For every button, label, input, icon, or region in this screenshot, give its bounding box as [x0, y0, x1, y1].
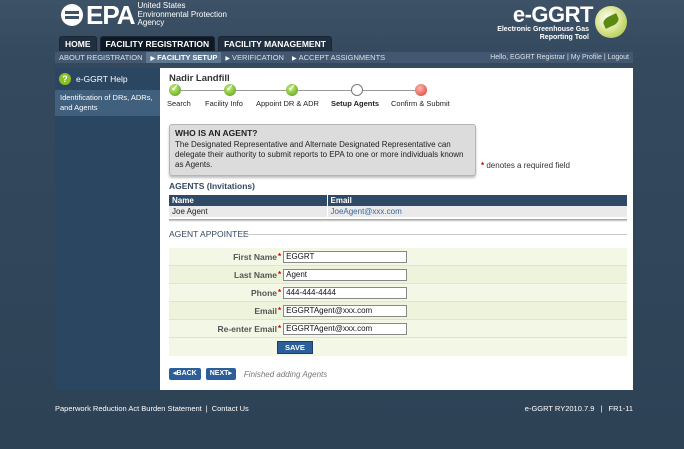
- nav-facility-setup[interactable]: ▶ FACILITY SETUP: [146, 52, 222, 63]
- phone-field[interactable]: [283, 286, 408, 299]
- table-row[interactable]: Joe Agent JoeAgent@xxx.com: [169, 206, 627, 217]
- user-greeting: Hello, EGGRT Registrar: [490, 54, 566, 61]
- email-field[interactable]: [283, 304, 408, 317]
- step-done-check-icon: [224, 83, 236, 96]
- nav-accept-assignments[interactable]: ▶ ACCEPT ASSIGNMENTS: [288, 53, 389, 62]
- step-label: Setup Agents: [331, 99, 380, 108]
- table-divider: [169, 219, 627, 222]
- epa-logo[interactable]: EPA United States Environmental Protecti…: [61, 0, 227, 30]
- tab-home[interactable]: HOME: [59, 36, 97, 51]
- required-star: *: [278, 324, 282, 333]
- tab-facility-registration[interactable]: FACILITY REGISTRATION: [99, 36, 216, 51]
- my-profile-link[interactable]: My Profile: [571, 54, 602, 61]
- step-label: Confirm & Submit: [391, 99, 450, 108]
- arrow-right-icon: ▶: [291, 56, 297, 62]
- phone-label: Phone: [251, 287, 277, 298]
- subtitle-line: Electronic Greenhouse Gas: [497, 26, 589, 33]
- info-box-title: WHO IS AN AGENT?: [175, 128, 258, 138]
- next-button[interactable]: NEXT▸: [205, 368, 236, 380]
- eggrt-title: e-GGRT: [512, 2, 594, 27]
- save-button[interactable]: SAVE: [277, 340, 313, 354]
- agent-email-cell[interactable]: JoeAgent@xxx.com: [326, 206, 627, 217]
- sidebar: ? e-GGRT Help Identification of DRs, ADR…: [55, 68, 160, 390]
- info-box-text: The Designated Representative and Altern…: [175, 140, 464, 169]
- subtitle-line: Reporting Tool: [539, 34, 589, 41]
- navigation-buttons: ◂BACK NEXT▸ Finished adding Agents: [169, 368, 327, 380]
- reenter-email-label: Re-enter Email: [217, 323, 277, 334]
- version-text: e-GGRT RY2010.7.9: [524, 404, 595, 413]
- help-icon: ?: [59, 73, 71, 85]
- main-content: Nadir Landfill Search Facility Info Appo…: [160, 68, 633, 390]
- version-info: e-GGRT RY2010.7.9 | FR1-11: [524, 404, 633, 413]
- last-name-field[interactable]: [283, 268, 408, 281]
- nav-accept-assignments-label: ACCEPT ASSIGNMENTS: [298, 53, 386, 62]
- arrow-right-icon: ▶: [150, 56, 156, 62]
- step-pending-circle-icon: [415, 84, 427, 96]
- legend-divider: [243, 234, 627, 235]
- first-name-field[interactable]: [283, 250, 408, 263]
- main-tabs: HOME FACILITY REGISTRATION FACILITY MANA…: [59, 36, 332, 51]
- agent-appointee-form: First Name* Last Name* Phone* Email* Re-…: [169, 248, 627, 356]
- nav-verification[interactable]: ▶ VERIFICATION: [221, 53, 288, 62]
- required-star: *: [278, 270, 282, 279]
- required-star: *: [278, 252, 282, 261]
- appointee-legend: AGENT APPOINTEE: [169, 229, 249, 239]
- form-row-phone: Phone *: [169, 284, 627, 302]
- tab-facility-management[interactable]: FACILITY MANAGEMENT: [218, 36, 332, 51]
- column-header-email[interactable]: Email: [326, 195, 627, 206]
- site-header: EPA United States Environmental Protecti…: [55, 0, 633, 52]
- agent-info-box: WHO IS AN AGENT? The Designated Represen…: [169, 124, 476, 176]
- required-star: *: [278, 306, 282, 315]
- build-text: FR1-11: [608, 404, 633, 413]
- arrow-right-icon: ▶: [225, 56, 231, 62]
- paperwork-reduction-link[interactable]: Paperwork Reduction Act Burden Statement: [55, 404, 202, 413]
- form-row-reenter-email: Re-enter Email *: [169, 320, 627, 338]
- agency-line: Agency: [137, 18, 165, 27]
- agents-section-title: AGENTS (Invitations): [169, 181, 255, 191]
- eggrt-logo: e-GGRT Electronic Greenhouse Gas Reporti…: [497, 4, 629, 42]
- required-star: *: [481, 161, 485, 170]
- epa-seal-icon: [61, 3, 83, 26]
- sub-navbar: ABOUT REGISTRATION ▶ FACILITY SETUP ▶ VERI…: [55, 52, 633, 63]
- agent-name-cell: Joe Agent: [169, 206, 327, 217]
- nav-about-registration[interactable]: ABOUT REGISTRATION: [55, 53, 146, 62]
- form-row-email: Email *: [169, 302, 627, 320]
- leaf-globe-icon: [595, 6, 627, 38]
- step-done-check-icon: [169, 83, 181, 96]
- required-note-text: denotes a required field: [486, 161, 570, 170]
- email-label: Email: [254, 305, 277, 316]
- reenter-email-field[interactable]: [283, 322, 408, 335]
- progress-steps: Search Facility Info Appoint DR & ADR Se…: [167, 83, 467, 110]
- form-row-first-name: First Name *: [169, 248, 627, 266]
- first-name-label: First Name: [233, 251, 277, 262]
- sidebar-item-identification[interactable]: Identification of DRs, ADRs, and Agents: [55, 90, 160, 116]
- finished-adding-hint: Finished adding Agents: [243, 369, 328, 379]
- logout-link[interactable]: Logout: [608, 54, 629, 61]
- back-button[interactable]: ◂BACK: [169, 368, 201, 380]
- site-footer: Paperwork Reduction Act Burden Statement…: [55, 404, 633, 413]
- step-label: Appoint DR & ADR: [256, 99, 319, 108]
- user-links: Hello, EGGRT Registrar | My Profile | Lo…: [490, 54, 629, 61]
- required-star: *: [278, 288, 282, 297]
- step-label: Search: [167, 99, 191, 108]
- help-label: e-GGRT Help: [76, 74, 128, 84]
- step-current-circle-icon: [351, 84, 363, 96]
- last-name-label: Last Name: [234, 269, 277, 280]
- eggrt-subtitle: Electronic Greenhouse Gas Reporting Tool: [497, 26, 589, 42]
- table-header-row: Name Email: [169, 195, 627, 206]
- nav-facility-setup-label: FACILITY SETUP: [157, 53, 218, 62]
- step-label: Facility Info: [205, 99, 243, 108]
- required-field-note: * denotes a required field: [481, 161, 570, 170]
- epa-wordmark: EPA: [86, 0, 136, 30]
- step-done-check-icon: [286, 83, 298, 96]
- epa-agency-name: United States Environmental Protection A…: [137, 1, 227, 28]
- form-row-save: SAVE: [169, 338, 627, 356]
- help-link[interactable]: ? e-GGRT Help: [55, 68, 160, 90]
- column-header-name[interactable]: Name: [169, 195, 327, 206]
- contact-us-link[interactable]: Contact Us: [212, 404, 249, 413]
- agents-table: Name Email Joe Agent JoeAgent@xxx.com: [169, 195, 627, 217]
- nav-verification-label: VERIFICATION: [232, 53, 284, 62]
- form-row-last-name: Last Name *: [169, 266, 627, 284]
- page-background: EPA United States Environmental Protecti…: [0, 0, 684, 449]
